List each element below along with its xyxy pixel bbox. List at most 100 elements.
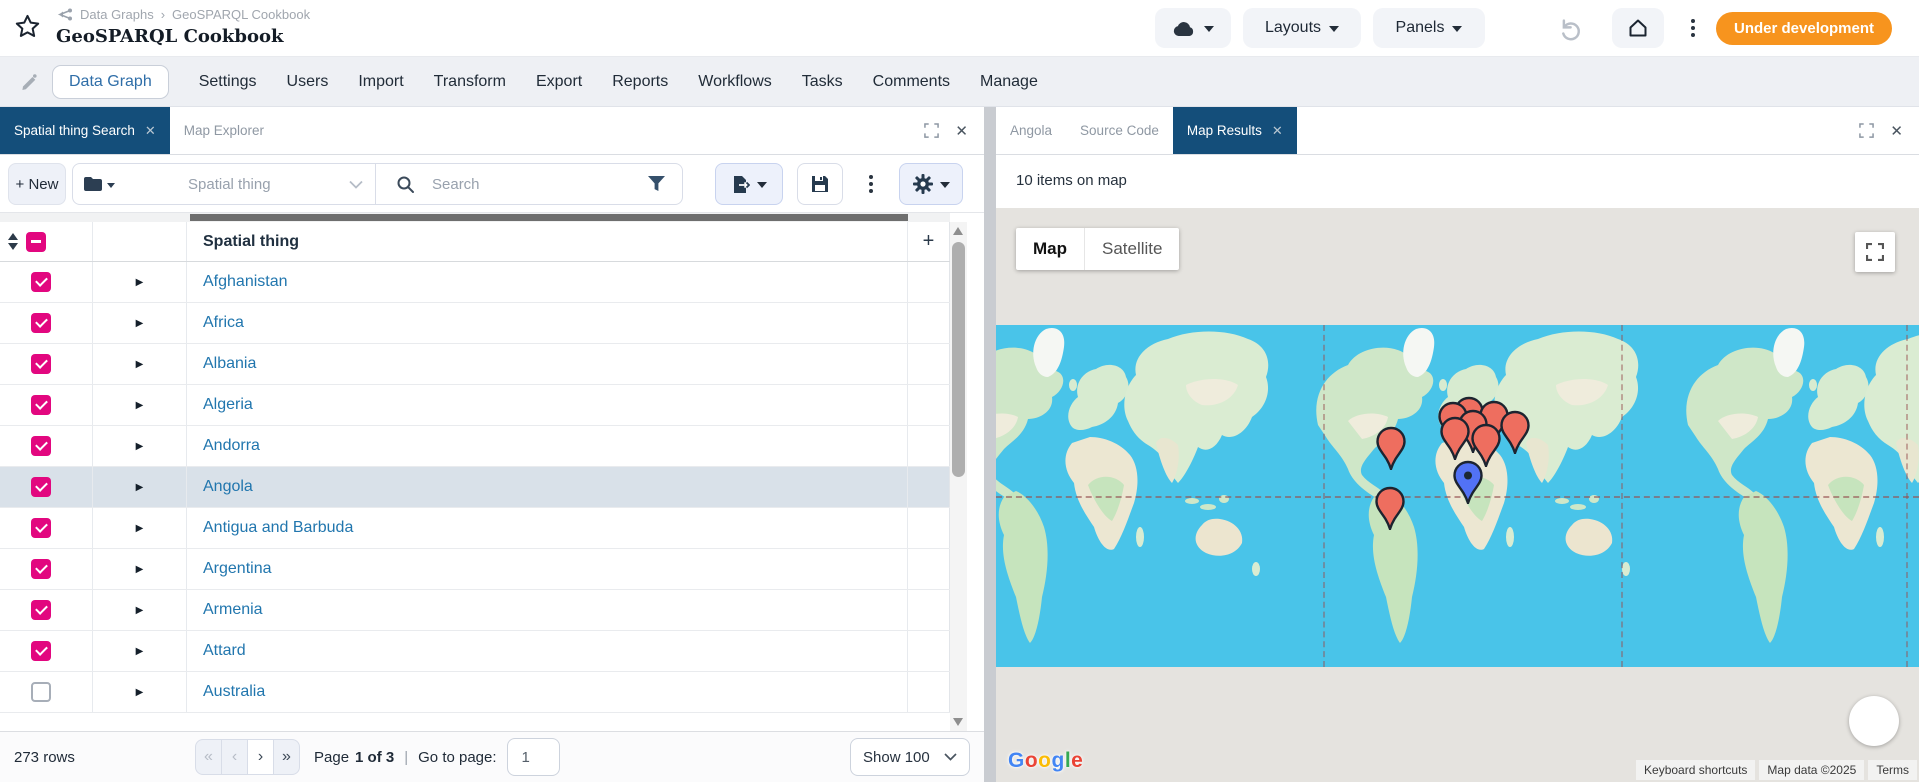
nav-tab-manage[interactable]: Manage [980, 73, 1038, 91]
close-panel-icon[interactable]: ✕ [955, 122, 968, 140]
horizontal-scrollbar[interactable] [0, 213, 950, 222]
undo-icon[interactable] [1556, 15, 1583, 42]
breadcrumb-item[interactable]: Data Graphs [80, 7, 154, 22]
blue-map-marker[interactable] [1452, 460, 1484, 504]
expand-arrow-icon[interactable]: ▶ [136, 646, 144, 657]
red-map-marker[interactable] [1375, 426, 1407, 470]
row-label[interactable]: Argentina [203, 560, 272, 578]
row-label[interactable]: Africa [203, 314, 244, 332]
type-select-value[interactable]: Spatial thing [188, 176, 271, 193]
row-checkbox[interactable] [31, 477, 51, 497]
pager-button[interactable]: » [273, 739, 300, 775]
row-checkbox[interactable] [31, 600, 51, 620]
attribution-terms[interactable]: Terms [1868, 760, 1917, 780]
nav-tab-workflows[interactable]: Workflows [698, 73, 772, 91]
scroll-down-arrow[interactable] [953, 718, 963, 726]
expand-panel-icon[interactable] [1859, 123, 1875, 138]
pager-button[interactable]: ‹ [221, 739, 248, 775]
nav-tab-transform[interactable]: Transform [434, 73, 506, 91]
row-checkbox[interactable] [31, 641, 51, 661]
row-checkbox[interactable] [31, 395, 51, 415]
add-column-button[interactable]: + [908, 222, 949, 261]
left-tab-spatial-thing-search[interactable]: Spatial thing Search ✕ [0, 107, 170, 154]
row-label[interactable]: Australia [203, 683, 265, 701]
nav-tab-export[interactable]: Export [536, 73, 582, 91]
chevron-down-icon[interactable] [349, 180, 363, 189]
red-map-marker[interactable] [1499, 410, 1531, 454]
header-kebab-menu[interactable] [1676, 8, 1710, 48]
attribution-map-data-2025[interactable]: Map data ©2025 [1759, 760, 1865, 780]
left-tab-map-explorer[interactable]: Map Explorer [170, 107, 278, 154]
panel-divider[interactable] [984, 107, 996, 782]
row-checkbox[interactable] [31, 518, 51, 538]
layouts-button[interactable]: Layouts [1243, 8, 1361, 48]
search-input[interactable] [432, 170, 622, 198]
horizontal-scrollbar-thumb[interactable] [190, 214, 908, 221]
expand-arrow-icon[interactable]: ▶ [136, 564, 144, 575]
expand-arrow-icon[interactable]: ▶ [136, 523, 144, 534]
table-row[interactable]: ▶ Attard [0, 631, 950, 672]
red-map-marker[interactable] [1439, 416, 1471, 460]
row-label[interactable]: Attard [203, 642, 246, 660]
new-button[interactable]: + New [8, 163, 66, 205]
type-selector[interactable]: Spatial thing [73, 164, 376, 204]
right-tab-angola[interactable]: Angola [996, 107, 1066, 154]
map-fullscreen-button[interactable] [1855, 232, 1895, 272]
toolbar-kebab-menu[interactable] [853, 163, 889, 205]
row-label[interactable]: Algeria [203, 396, 253, 414]
red-map-marker[interactable] [1374, 486, 1406, 530]
google-logo[interactable]: Google [1008, 749, 1083, 773]
nav-tab-users[interactable]: Users [287, 73, 329, 91]
table-row[interactable]: ▶ Argentina [0, 549, 950, 590]
satellite-view-button[interactable]: Satellite [1084, 228, 1179, 270]
vertical-scrollbar-thumb[interactable] [952, 242, 965, 477]
select-all-checkbox[interactable] [26, 231, 46, 252]
favorite-star-icon[interactable] [14, 13, 41, 40]
cloud-menu-button[interactable] [1155, 8, 1231, 48]
save-button[interactable] [797, 163, 843, 205]
nav-tab-import[interactable]: Import [358, 73, 403, 91]
row-label[interactable]: Afghanistan [203, 273, 288, 291]
row-label[interactable]: Armenia [203, 601, 263, 619]
nav-tab-settings[interactable]: Settings [199, 73, 257, 91]
right-tab-map-results[interactable]: Map Results ✕ [1172, 107, 1297, 154]
row-checkbox[interactable] [31, 354, 51, 374]
nav-tab-tasks[interactable]: Tasks [802, 73, 843, 91]
right-tab-source-code[interactable]: Source Code [1066, 107, 1173, 154]
expand-arrow-icon[interactable]: ▶ [136, 277, 144, 288]
map-pan-control[interactable] [1849, 696, 1899, 746]
nav-tab-comments[interactable]: Comments [873, 73, 950, 91]
expand-arrow-icon[interactable]: ▶ [136, 441, 144, 452]
expand-arrow-icon[interactable]: ▶ [136, 359, 144, 370]
expand-arrow-icon[interactable]: ▶ [136, 400, 144, 411]
row-checkbox[interactable] [31, 313, 51, 333]
close-panel-icon[interactable]: ✕ [1890, 122, 1903, 140]
graph-back-icon[interactable] [56, 7, 73, 22]
close-tab-icon[interactable]: ✕ [1272, 123, 1283, 139]
scroll-up-arrow[interactable] [953, 227, 963, 235]
table-row[interactable]: ▶ Afghanistan [0, 262, 950, 303]
row-label[interactable]: Albania [203, 355, 256, 373]
vertical-scrollbar[interactable] [950, 222, 967, 731]
folder-dropdown[interactable] [83, 176, 115, 192]
sort-icon[interactable] [8, 233, 18, 250]
table-row[interactable]: ▶ Armenia [0, 590, 950, 631]
home-button[interactable] [1612, 8, 1664, 48]
table-row[interactable]: ▶ Albania [0, 344, 950, 385]
row-label[interactable]: Angola [203, 478, 253, 496]
settings-gear-button[interactable] [899, 163, 963, 205]
row-label[interactable]: Antigua and Barbuda [203, 519, 353, 537]
pager-button[interactable]: › [247, 739, 274, 775]
table-row[interactable]: ▶ Andorra [0, 426, 950, 467]
pager-button[interactable]: « [195, 739, 222, 775]
export-button[interactable] [715, 163, 783, 205]
expand-arrow-icon[interactable]: ▶ [136, 482, 144, 493]
table-row[interactable]: ▶ Antigua and Barbuda [0, 508, 950, 549]
attribution-keyboard-shortcuts[interactable]: Keyboard shortcuts [1636, 760, 1756, 780]
row-checkbox[interactable] [31, 436, 51, 456]
nav-tab-data-graph[interactable]: Data Graph [52, 64, 169, 99]
expand-arrow-icon[interactable]: ▶ [136, 318, 144, 329]
expand-arrow-icon[interactable]: ▶ [136, 687, 144, 698]
map-canvas[interactable]: Map Satellite Google Keyboard shortcuts M… [996, 208, 1919, 782]
goto-page-input[interactable] [506, 738, 560, 776]
